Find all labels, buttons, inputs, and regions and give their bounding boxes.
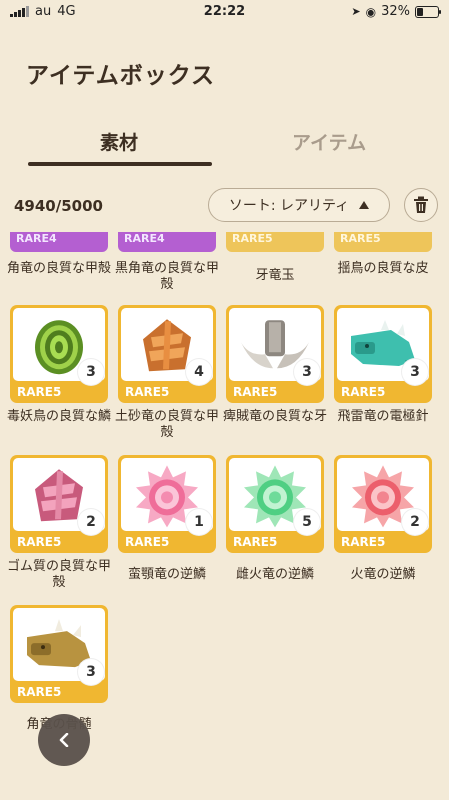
rarity-label: RARE4 bbox=[16, 232, 57, 245]
chevron-left-icon bbox=[59, 733, 69, 747]
item-name: 黒角竜の良質な甲殻 bbox=[114, 261, 219, 292]
sort-ascending-icon bbox=[359, 201, 370, 209]
sort-button[interactable]: ソート: レアリティ bbox=[208, 188, 390, 222]
item-card[interactable]: RARE5 4 bbox=[118, 305, 216, 403]
item-name: 火竜の逆鱗 bbox=[350, 567, 416, 582]
location-icon: ➤ bbox=[351, 5, 361, 18]
quantity-badge: 1 bbox=[186, 509, 212, 535]
status-bar: au 4G 22:22 ➤ ◉ 32% bbox=[0, 0, 449, 24]
rarity-label: RARE5 bbox=[341, 385, 386, 399]
rarity-label: RARE5 bbox=[233, 535, 278, 549]
toolbar: 4940/5000 ソート: レアリティ bbox=[0, 180, 449, 230]
item-card[interactable]: RARE5 3 bbox=[226, 305, 324, 403]
rarity-label: RARE5 bbox=[17, 535, 62, 549]
item-card[interactable]: RARE5 1 bbox=[118, 455, 216, 553]
page-title: アイテムボックス bbox=[26, 63, 216, 89]
item-count: 4940/5000 bbox=[14, 197, 103, 215]
item-name: 雌火竜の逆鱗 bbox=[235, 567, 314, 582]
battery-percent: 32% bbox=[381, 4, 410, 19]
item-card[interactable]: RARE5 5 bbox=[226, 455, 324, 553]
trash-icon bbox=[414, 196, 428, 213]
card-partial[interactable]: RARE4 bbox=[10, 232, 108, 252]
item-card[interactable]: RARE5 2 bbox=[334, 455, 432, 553]
item-name: 土砂竜の良質な甲殻 bbox=[114, 409, 219, 440]
quantity-badge: 3 bbox=[294, 359, 320, 385]
rarity-label: RARE4 bbox=[124, 232, 165, 245]
tab-bar: 素材 アイテム bbox=[0, 118, 449, 168]
back-button[interactable] bbox=[38, 714, 90, 766]
active-tab-indicator bbox=[28, 162, 212, 166]
item-card[interactable]: RARE5 3 bbox=[10, 605, 108, 703]
sort-label: ソート: レアリティ bbox=[228, 198, 350, 214]
quantity-badge: 2 bbox=[78, 509, 104, 535]
rarity-label: RARE5 bbox=[125, 385, 170, 399]
rarity-label: RARE5 bbox=[17, 385, 62, 399]
quantity-badge: 4 bbox=[186, 359, 212, 385]
rarity-label: RARE5 bbox=[233, 385, 278, 399]
item-name: 蛮顎竜の逆鱗 bbox=[127, 567, 206, 582]
item-name: 毒妖鳥の良質な鱗 bbox=[6, 409, 111, 424]
quantity-badge: 3 bbox=[78, 359, 104, 385]
quantity-badge: 5 bbox=[294, 509, 320, 535]
card-partial[interactable]: RARE4 bbox=[118, 232, 216, 252]
quantity-badge: 3 bbox=[402, 359, 428, 385]
card-partial[interactable]: RARE5 bbox=[334, 232, 432, 252]
item-card[interactable]: RARE5 2 bbox=[10, 455, 108, 553]
item-name: ゴム質の良質な甲殻 bbox=[6, 559, 111, 590]
rarity-label: RARE5 bbox=[125, 535, 170, 549]
battery-icon bbox=[415, 5, 441, 18]
item-name: 痺賊竜の良質な牙 bbox=[222, 409, 327, 424]
tab-items[interactable]: アイテム bbox=[292, 128, 366, 155]
item-card[interactable]: RARE5 3 bbox=[10, 305, 108, 403]
trash-button[interactable] bbox=[404, 188, 438, 222]
item-name: 牙竜玉 bbox=[255, 268, 295, 283]
item-card[interactable]: RARE5 3 bbox=[334, 305, 432, 403]
rotation-lock-icon: ◉ bbox=[365, 4, 377, 19]
item-name: 角竜の良質な甲殻 bbox=[6, 261, 111, 276]
rarity-label: RARE5 bbox=[232, 232, 273, 245]
quantity-badge: 3 bbox=[78, 659, 104, 685]
card-partial[interactable]: RARE5 bbox=[226, 232, 324, 252]
rarity-label: RARE5 bbox=[340, 232, 381, 245]
rarity-label: RARE5 bbox=[341, 535, 386, 549]
item-name: 飛雷竜の電極針 bbox=[337, 409, 429, 424]
quantity-badge: 2 bbox=[402, 509, 428, 535]
tab-materials[interactable]: 素材 bbox=[100, 128, 138, 155]
item-name: 揺鳥の良質な皮 bbox=[337, 261, 429, 276]
rarity-label: RARE5 bbox=[17, 685, 62, 699]
